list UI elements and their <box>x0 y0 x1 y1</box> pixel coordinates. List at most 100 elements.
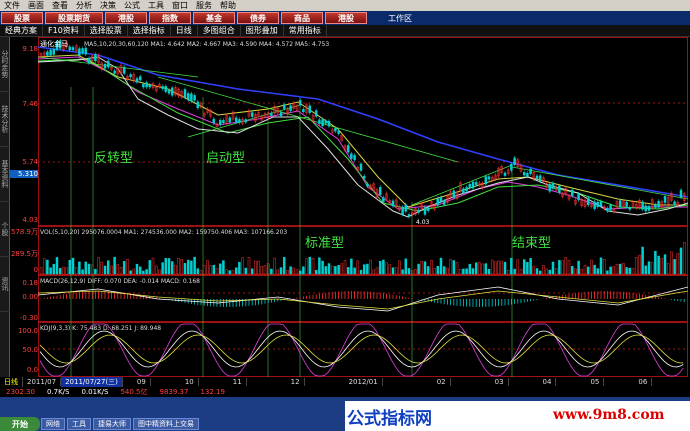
menu-analysis[interactable]: 分析 <box>72 0 96 11</box>
tab-hk[interactable]: 港股 <box>105 12 147 24</box>
menu-file[interactable]: 文件 <box>0 0 24 11</box>
candle-body <box>327 120 331 127</box>
task-network[interactable]: 网络 <box>41 418 65 430</box>
candle-body <box>586 197 590 206</box>
price-tick: 5.74 <box>22 158 38 166</box>
candle-body <box>487 176 491 180</box>
candle-body <box>484 176 488 185</box>
annotation-reversal: 反转型 <box>94 151 133 166</box>
candle-body <box>81 48 84 54</box>
date-tick: 11 <box>229 378 247 386</box>
start-button[interactable]: 开始 <box>0 417 40 431</box>
volume-bar <box>177 257 180 275</box>
toolbar-scheme[interactable]: 经典方案 <box>0 25 43 36</box>
toolbar-select-indicator[interactable]: 选择指标 <box>128 25 171 36</box>
date-tick: 05 <box>586 378 605 386</box>
volume-bar <box>52 263 56 275</box>
candle-body <box>465 187 468 192</box>
volume-bar <box>366 263 369 275</box>
candle-body <box>183 89 187 98</box>
volume-bar <box>554 268 558 275</box>
candle-body <box>78 48 81 56</box>
workarea-label[interactable]: 工作区 <box>388 13 412 24</box>
vol-tick: 289.5万 <box>10 250 38 258</box>
toolbar-select-stock[interactable]: 选择股票 <box>85 25 128 36</box>
left-tab-timeshare[interactable]: 分时走势 <box>0 37 10 92</box>
left-tab-basic[interactable]: 基本资料 <box>0 147 10 202</box>
volume-bar <box>391 267 395 275</box>
candle-body <box>94 54 97 62</box>
tab-futures[interactable]: 股票期货 <box>45 12 103 24</box>
kline-chart[interactable]: 通化金马 MA5,10,20,30,60,120 MA1: 4.642 MA2:… <box>38 37 688 377</box>
ma-yellow-line <box>38 54 688 208</box>
volume-bar <box>106 260 110 275</box>
candle-body <box>212 118 216 124</box>
volume-bar <box>282 257 286 275</box>
left-tab-tech[interactable]: 技术分析 <box>0 92 10 147</box>
volume-bar <box>580 268 584 275</box>
candle-body <box>401 206 404 215</box>
candle-body <box>647 206 651 211</box>
candle-body <box>170 87 174 96</box>
toolbar-common[interactable]: 常用指标 <box>284 25 327 36</box>
menu-tools[interactable]: 工具 <box>144 0 168 11</box>
volume-bar <box>612 266 616 275</box>
price-tick: 7.46 <box>22 100 38 108</box>
left-tab-stock[interactable]: 个股 <box>0 202 10 257</box>
tab-hk2[interactable]: 港股 <box>325 12 367 24</box>
candle-body <box>673 201 676 206</box>
volume-bar <box>369 259 372 275</box>
candle-body <box>362 175 366 179</box>
volume-bar <box>78 261 81 275</box>
volume-bar <box>638 254 641 275</box>
volume-bar <box>228 270 232 275</box>
tab-stock[interactable]: 股票 <box>1 12 43 24</box>
volume-bar <box>634 256 638 275</box>
kdj-tick: 100.0 <box>17 327 38 335</box>
volume-bar <box>250 268 254 275</box>
toolbar-multichart[interactable]: 多图组合 <box>198 25 241 36</box>
menu-formula[interactable]: 公式 <box>120 0 144 11</box>
volume-bar <box>49 267 52 275</box>
left-tab-news[interactable]: 资讯 <box>0 257 10 312</box>
candle-body <box>378 187 382 195</box>
speed-label-2: 0.01K/S <box>81 388 109 396</box>
tab-index[interactable]: 指数 <box>149 12 191 24</box>
candle-body <box>625 202 628 207</box>
volume-bar <box>279 267 283 275</box>
menu-service[interactable]: 服务 <box>192 0 216 11</box>
volume-bar <box>628 267 632 275</box>
volume-bar <box>474 262 478 275</box>
volume-bar <box>113 256 116 275</box>
toolbar-overlay[interactable]: 图形叠加 <box>241 25 284 36</box>
volume-bar <box>87 263 91 275</box>
volume-bar <box>452 260 456 275</box>
menu-decision[interactable]: 决策 <box>96 0 120 11</box>
volume-bar <box>388 264 392 275</box>
candle-body <box>423 206 427 215</box>
date-tick: 2012/01 <box>345 378 383 386</box>
menu-view[interactable]: 画面 <box>24 0 48 11</box>
menu-help[interactable]: 帮助 <box>216 0 240 11</box>
menu-window[interactable]: 窗口 <box>168 0 192 11</box>
volume-bar <box>350 258 353 275</box>
volume-bar <box>174 264 177 275</box>
low-price-label: 4.03 <box>416 219 430 226</box>
tab-fund[interactable]: 基金 <box>193 12 235 24</box>
toolbar-f10[interactable]: F10资料 <box>43 25 85 36</box>
period-label[interactable]: 日线 <box>0 377 23 387</box>
task-app[interactable]: 捷易大师 <box>93 418 131 430</box>
task-trade[interactable]: 图中精资料上交易 <box>133 418 199 430</box>
volume-bar <box>110 265 113 275</box>
tab-bond[interactable]: 债券 <box>237 12 279 24</box>
volume-bar <box>542 265 545 275</box>
tab-commodity[interactable]: 商品 <box>281 12 323 24</box>
volume-bar <box>158 269 161 275</box>
task-tools[interactable]: 工具 <box>67 418 91 430</box>
toolbar-period[interactable]: 日线 <box>171 25 198 36</box>
current-price-tick: 5.310 <box>10 170 38 178</box>
volume-bar <box>538 270 542 275</box>
candle-body <box>302 108 305 112</box>
volume-bar <box>449 259 452 275</box>
menu-look[interactable]: 查看 <box>48 0 72 11</box>
